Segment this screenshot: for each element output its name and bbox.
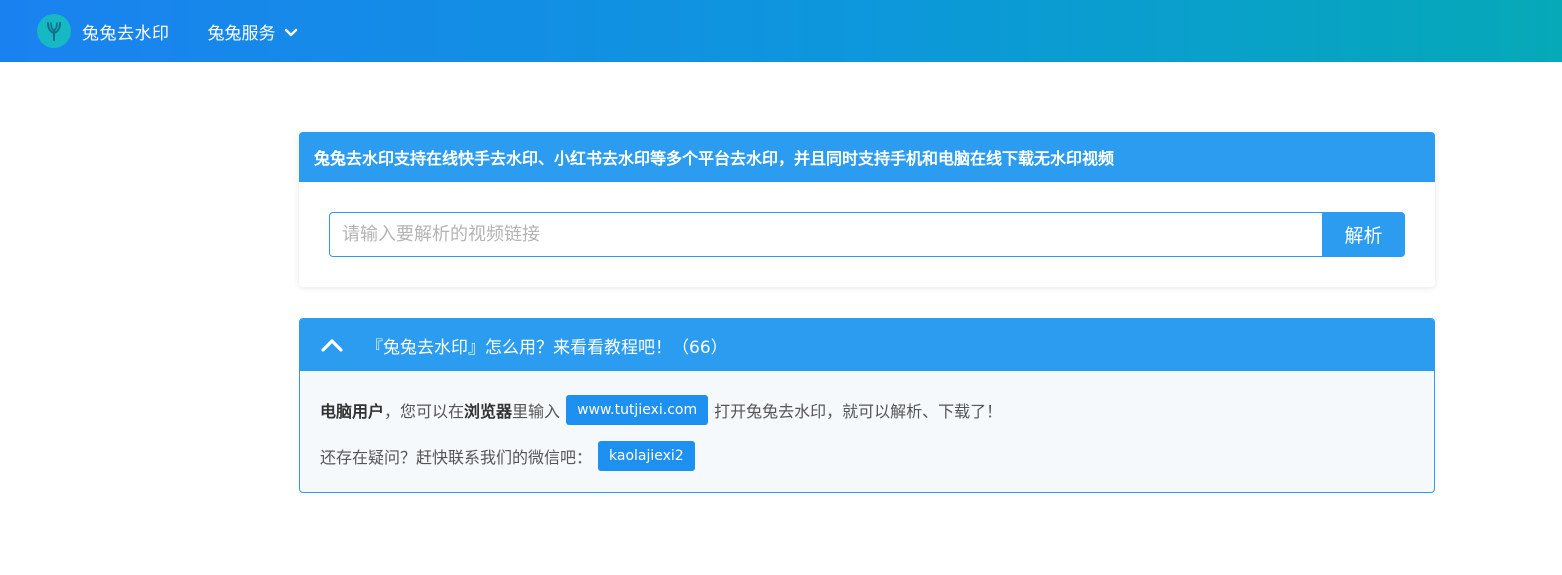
brand-link[interactable]: 兔兔去水印	[37, 14, 170, 48]
tutorial-text: 打开兔兔去水印，就可以解析、下载了！	[714, 402, 1003, 421]
service-menu-dropdown[interactable]: 兔兔服务	[208, 19, 298, 44]
top-navbar: 兔兔去水印 兔兔服务	[0, 0, 1562, 62]
tutorial-text: 里输入	[512, 402, 561, 421]
service-menu-label: 兔兔服务	[207, 23, 276, 44]
brand-name: 兔兔去水印	[82, 23, 170, 44]
wechat-id-tag[interactable]: kaolajiexi2	[598, 441, 695, 471]
parse-button[interactable]: 解析	[1322, 212, 1405, 257]
tutorial-body: 电脑用户 ，您可以在 浏览器 里输入 www.tutjiexi.com 打开兔兔…	[300, 371, 1434, 471]
tutorial-card: 『兔兔去水印』怎么用？来看看教程吧！（66） 电脑用户 ，您可以在 浏览器 里输…	[299, 318, 1435, 493]
tutorial-title: 『兔兔去水印』怎么用？来看看教程吧！（66）	[366, 337, 728, 358]
logo-glyph	[47, 22, 61, 41]
contact-text: 还存在疑问？赶快联系我们的微信吧：	[320, 448, 593, 467]
tutorial-text: ，您可以在	[384, 402, 465, 421]
pc-user-label: 电脑用户	[320, 402, 385, 421]
chevron-up-icon[interactable]	[320, 337, 344, 353]
chevron-down-icon	[284, 28, 297, 36]
parse-card-title: 兔兔去水印支持在线快手去水印、小红书去水印等多个平台去水印，并且同时支持手机和电…	[299, 132, 1435, 182]
tutorial-line-pc: 电脑用户 ，您可以在 浏览器 里输入 www.tutjiexi.com 打开兔兔…	[320, 395, 1414, 425]
browser-label: 浏览器	[464, 402, 513, 421]
search-bar: 解析	[329, 212, 1405, 257]
tutorial-line-contact: 还存在疑问？赶快联系我们的微信吧： kaolajiexi2	[320, 441, 1414, 471]
video-link-input[interactable]	[329, 212, 1322, 257]
logo-icon	[37, 14, 71, 48]
parse-card: 兔兔去水印支持在线快手去水印、小红书去水印等多个平台去水印，并且同时支持手机和电…	[299, 132, 1435, 287]
site-url-tag[interactable]: www.tutjiexi.com	[566, 395, 709, 425]
tutorial-card-header[interactable]: 『兔兔去水印』怎么用？来看看教程吧！（66）	[300, 319, 1434, 371]
